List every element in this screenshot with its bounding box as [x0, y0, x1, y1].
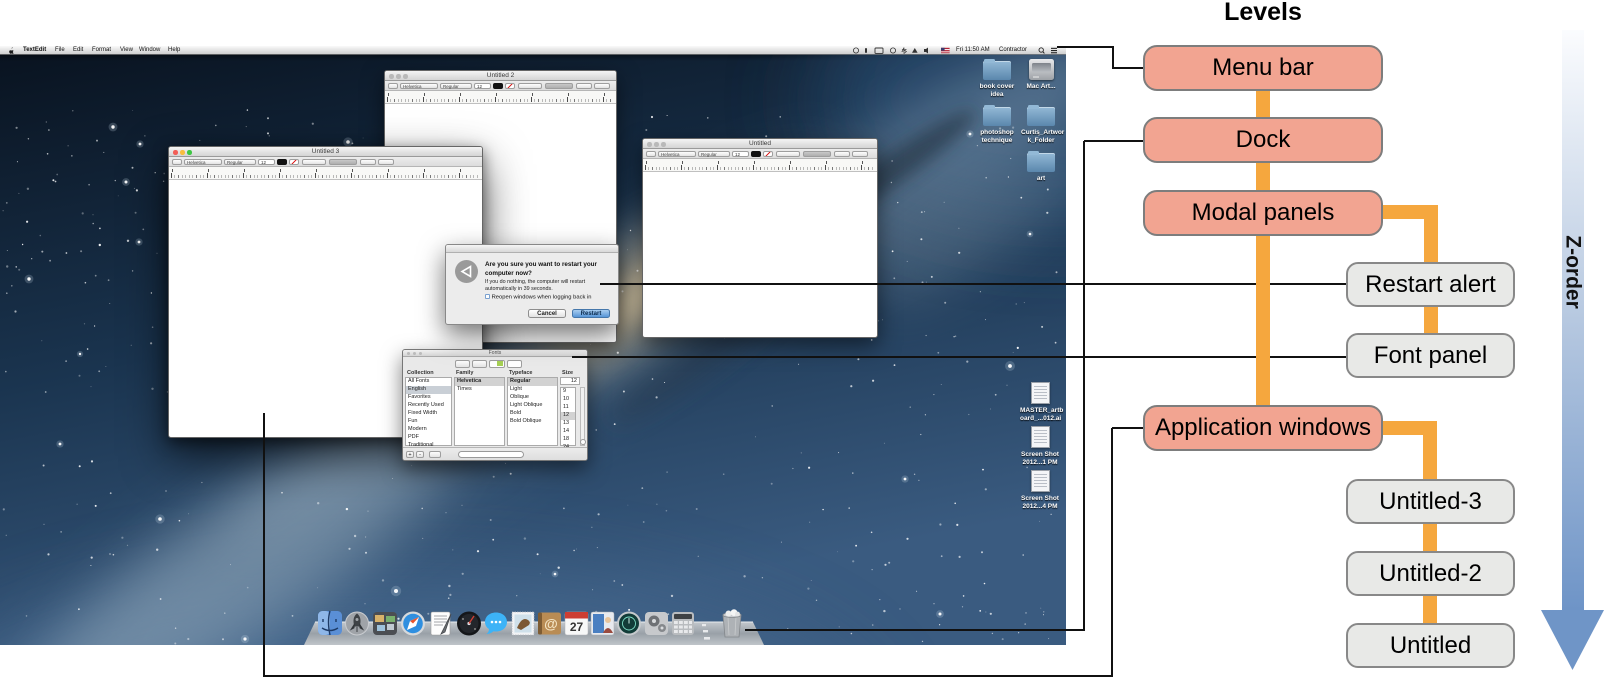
- svg-text:27: 27: [570, 620, 584, 634]
- svg-text:Z-order: Z-order: [1562, 235, 1585, 309]
- svg-text:@: @: [544, 616, 558, 632]
